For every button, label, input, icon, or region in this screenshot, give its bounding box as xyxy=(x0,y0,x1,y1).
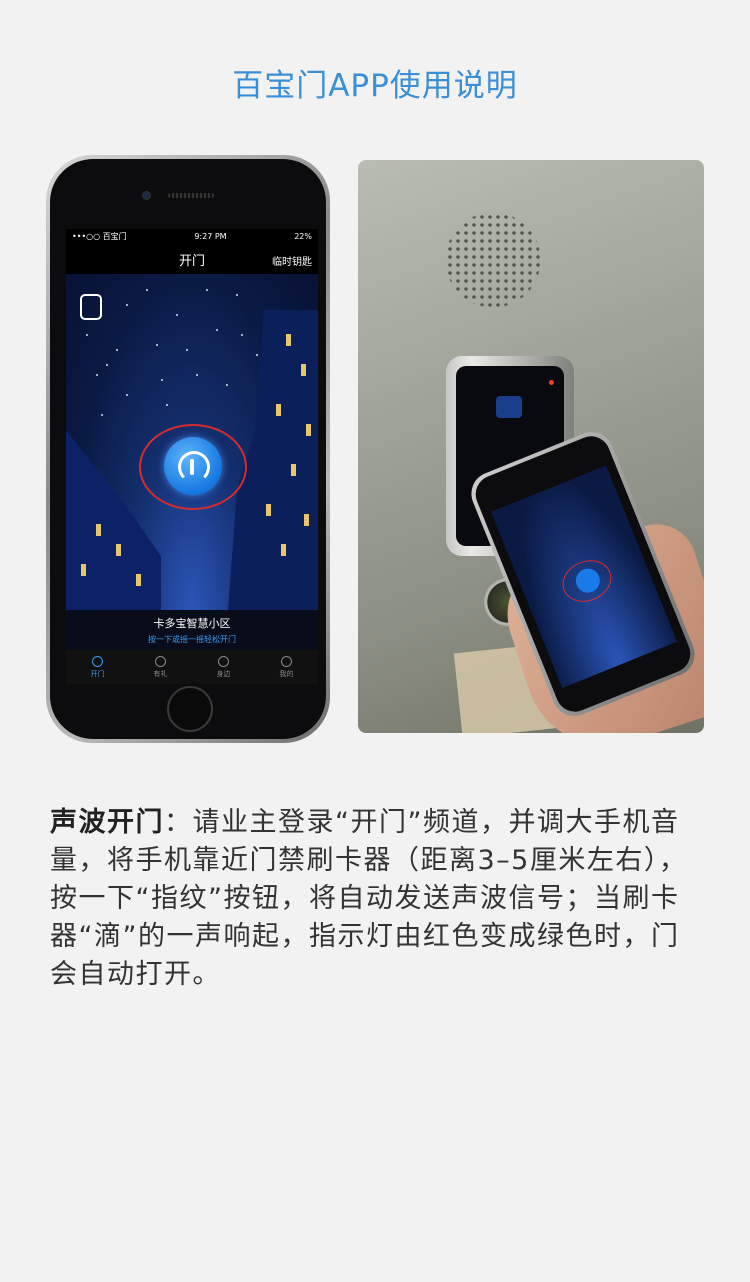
home-button xyxy=(167,686,213,732)
reader-logo xyxy=(496,396,522,418)
status-bar: •••○○ 百宝门 9:27 PM 22% xyxy=(66,229,318,244)
tab-label: 我的 xyxy=(279,669,294,678)
tab-label: 有礼 xyxy=(153,669,168,678)
nav-title: 开门 xyxy=(178,253,205,269)
tab-gifts[interactable]: 有礼 xyxy=(129,650,192,684)
tab-bar: 开门 有礼 身边 我的 xyxy=(66,650,318,684)
battery-label: 22% xyxy=(294,232,312,241)
indicator-light xyxy=(549,380,554,385)
instructions-title: 声波开门 xyxy=(50,807,164,838)
front-camera xyxy=(142,191,151,200)
earpiece-speaker xyxy=(168,193,214,198)
fingerprint-open-button[interactable] xyxy=(164,437,222,495)
tab-mine[interactable]: 我的 xyxy=(255,650,318,684)
app-screen: •••○○ 百宝门 9:27 PM 22% 开门 临时钥匙 卡多宝智慧小区 按一… xyxy=(66,229,318,684)
nav-bar: 开门 临时钥匙 xyxy=(66,244,318,274)
clock-label: 9:27 PM xyxy=(194,232,227,241)
person-icon xyxy=(281,655,292,667)
community-name: 卡多宝智慧小区 xyxy=(153,617,231,630)
tab-open-door[interactable]: 开门 xyxy=(66,650,129,684)
open-hint: 按一下或摇一摇轻松开门 xyxy=(148,635,236,644)
intercom-speaker-grille xyxy=(438,205,548,315)
tab-nearby[interactable]: 身边 xyxy=(192,650,255,684)
night-street-background xyxy=(66,274,318,610)
usage-photo xyxy=(358,160,704,733)
phone-mockup: •••○○ 百宝门 9:27 PM 22% 开门 临时钥匙 卡多宝智慧小区 按一… xyxy=(46,155,330,743)
carrier-label: •••○○ 百宝门 xyxy=(72,232,127,241)
instructions-paragraph: 声波开门：请业主登录“开门”频道，并调大手机音量，将手机靠近门禁刷卡器（距离3–… xyxy=(50,804,704,994)
gift-icon xyxy=(155,655,166,667)
shake-phone-icon[interactable] xyxy=(80,294,102,320)
tab-label: 身边 xyxy=(216,669,231,678)
location-icon xyxy=(218,655,229,667)
page-title: 百宝门APP使用说明 xyxy=(232,68,518,104)
temporary-key-link[interactable]: 临时钥匙 xyxy=(272,253,312,268)
tab-label: 开门 xyxy=(90,669,105,678)
door-icon xyxy=(92,655,103,667)
community-info: 卡多宝智慧小区 按一下或摇一摇轻松开门 xyxy=(66,610,318,650)
